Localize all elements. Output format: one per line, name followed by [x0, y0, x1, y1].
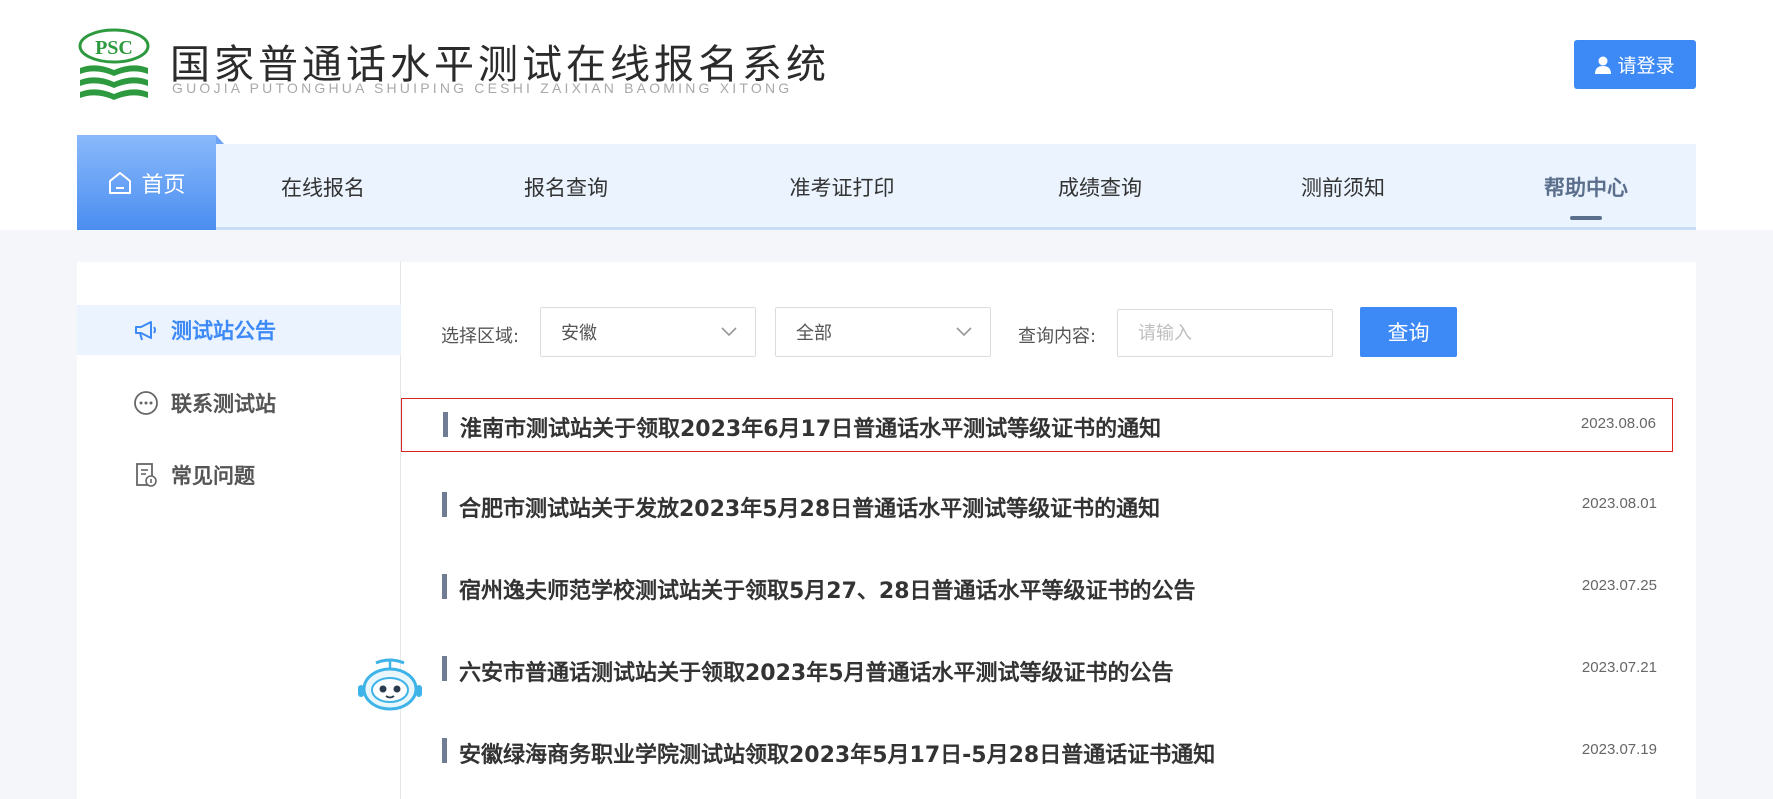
news-marker	[443, 412, 448, 437]
document-question-icon	[136, 463, 157, 487]
news-date: 2023.07.21	[1581, 659, 1657, 676]
query-button[interactable]: 查询	[1360, 307, 1457, 357]
news-title[interactable]: 安徽绿海商务职业学院测试站领取2023年5月17日-5月28日普通话证书通知	[459, 737, 1215, 769]
news-item[interactable]: 六安市普通话测试站关于领取2023年5月普通话水平测试等级证书的公告 2023.…	[401, 643, 1673, 697]
scope-select[interactable]: 全部	[775, 307, 991, 357]
news-item[interactable]: 淮南市测试站关于领取2023年6月17日普通话水平测试等级证书的通知 2023.…	[401, 398, 1673, 452]
site-subtitle: GUOJIA PUTONGHUA SHUIPING CESHI ZAIXIAN …	[172, 80, 793, 96]
sidebar-item-label: 测试站公告	[171, 319, 276, 343]
news-item[interactable]: 合肥市测试站关于发放2023年5月28日普通话水平测试等级证书的通知 2023.…	[401, 479, 1673, 533]
news-item[interactable]: 宿州逸夫师范学校测试站关于领取5月27、28日普通话水平等级证书的公告 2023…	[401, 561, 1673, 615]
news-title[interactable]: 淮南市测试站关于领取2023年6月17日普通话水平测试等级证书的通知	[460, 411, 1161, 443]
sidebar-item-label: 联系测试站	[171, 392, 276, 416]
nav-item-score-query[interactable]: 成绩查询	[1039, 144, 1161, 230]
nav-item-registration-query[interactable]: 报名查询	[505, 144, 627, 230]
sidebar-item-label: 常见问题	[171, 464, 255, 488]
chat-bubble-icon	[134, 391, 158, 415]
nav-item-pre-test-notice[interactable]: 测前须知	[1282, 144, 1404, 230]
region-select[interactable]: 安徽	[540, 307, 756, 357]
news-marker	[442, 492, 447, 517]
sidebar-item-faq[interactable]: 常见问题	[77, 450, 401, 500]
megaphone-icon	[135, 321, 156, 341]
nav-item-help-center[interactable]: 帮助中心	[1525, 144, 1647, 230]
chevron-down-icon	[721, 327, 737, 337]
nav-home-label: 首页	[141, 172, 186, 198]
sidebar-item-announcements[interactable]: 测试站公告	[77, 305, 401, 355]
main-nav: 首页 在线报名 报名查询 准考证打印 成绩查询 测前须知 帮助中心	[77, 135, 1696, 230]
logo-text: PSC	[95, 37, 133, 59]
login-label: 请登录	[1617, 55, 1675, 77]
psc-logo: PSC	[78, 28, 150, 100]
region-select-value: 安徽	[561, 323, 597, 344]
content-panel: 测试站公告 联系测试站 常见问题 选择区域: 安徽 全部 查询内容: 请输入 查…	[77, 262, 1696, 799]
user-icon	[1595, 56, 1612, 74]
sidebar: 测试站公告 联系测试站 常见问题	[77, 262, 401, 799]
home-icon	[109, 171, 132, 194]
news-item[interactable]: 安徽绿海商务职业学院测试站领取2023年5月17日-5月28日普通话证书通知 2…	[401, 725, 1673, 779]
news-date: 2023.07.25	[1581, 577, 1657, 594]
query-label: 查询内容:	[1018, 326, 1097, 347]
sidebar-item-contact[interactable]: 联系测试站	[77, 378, 401, 428]
nav-item-online-registration[interactable]: 在线报名	[262, 144, 384, 230]
query-input[interactable]	[1117, 309, 1333, 357]
chevron-down-icon	[956, 327, 972, 337]
news-date: 2023.08.06	[1580, 415, 1656, 432]
nav-item-admission-ticket[interactable]: 准考证打印	[767, 144, 917, 230]
news-marker	[442, 738, 447, 763]
news-marker	[442, 656, 447, 681]
news-marker	[442, 574, 447, 599]
news-title[interactable]: 宿州逸夫师范学校测试站关于领取5月27、28日普通话水平等级证书的公告	[459, 573, 1196, 605]
nav-home[interactable]: 首页	[77, 135, 224, 230]
scope-select-value: 全部	[796, 323, 832, 344]
news-date: 2023.08.01	[1581, 495, 1657, 512]
news-title[interactable]: 合肥市测试站关于发放2023年5月28日普通话水平测试等级证书的通知	[459, 491, 1160, 523]
news-title[interactable]: 六安市普通话测试站关于领取2023年5月普通话水平测试等级证书的公告	[459, 655, 1174, 687]
robot-assistant-icon[interactable]	[354, 657, 426, 713]
login-button[interactable]: 请登录	[1574, 40, 1696, 89]
region-label: 选择区域:	[441, 326, 520, 347]
news-date: 2023.07.19	[1581, 741, 1657, 758]
